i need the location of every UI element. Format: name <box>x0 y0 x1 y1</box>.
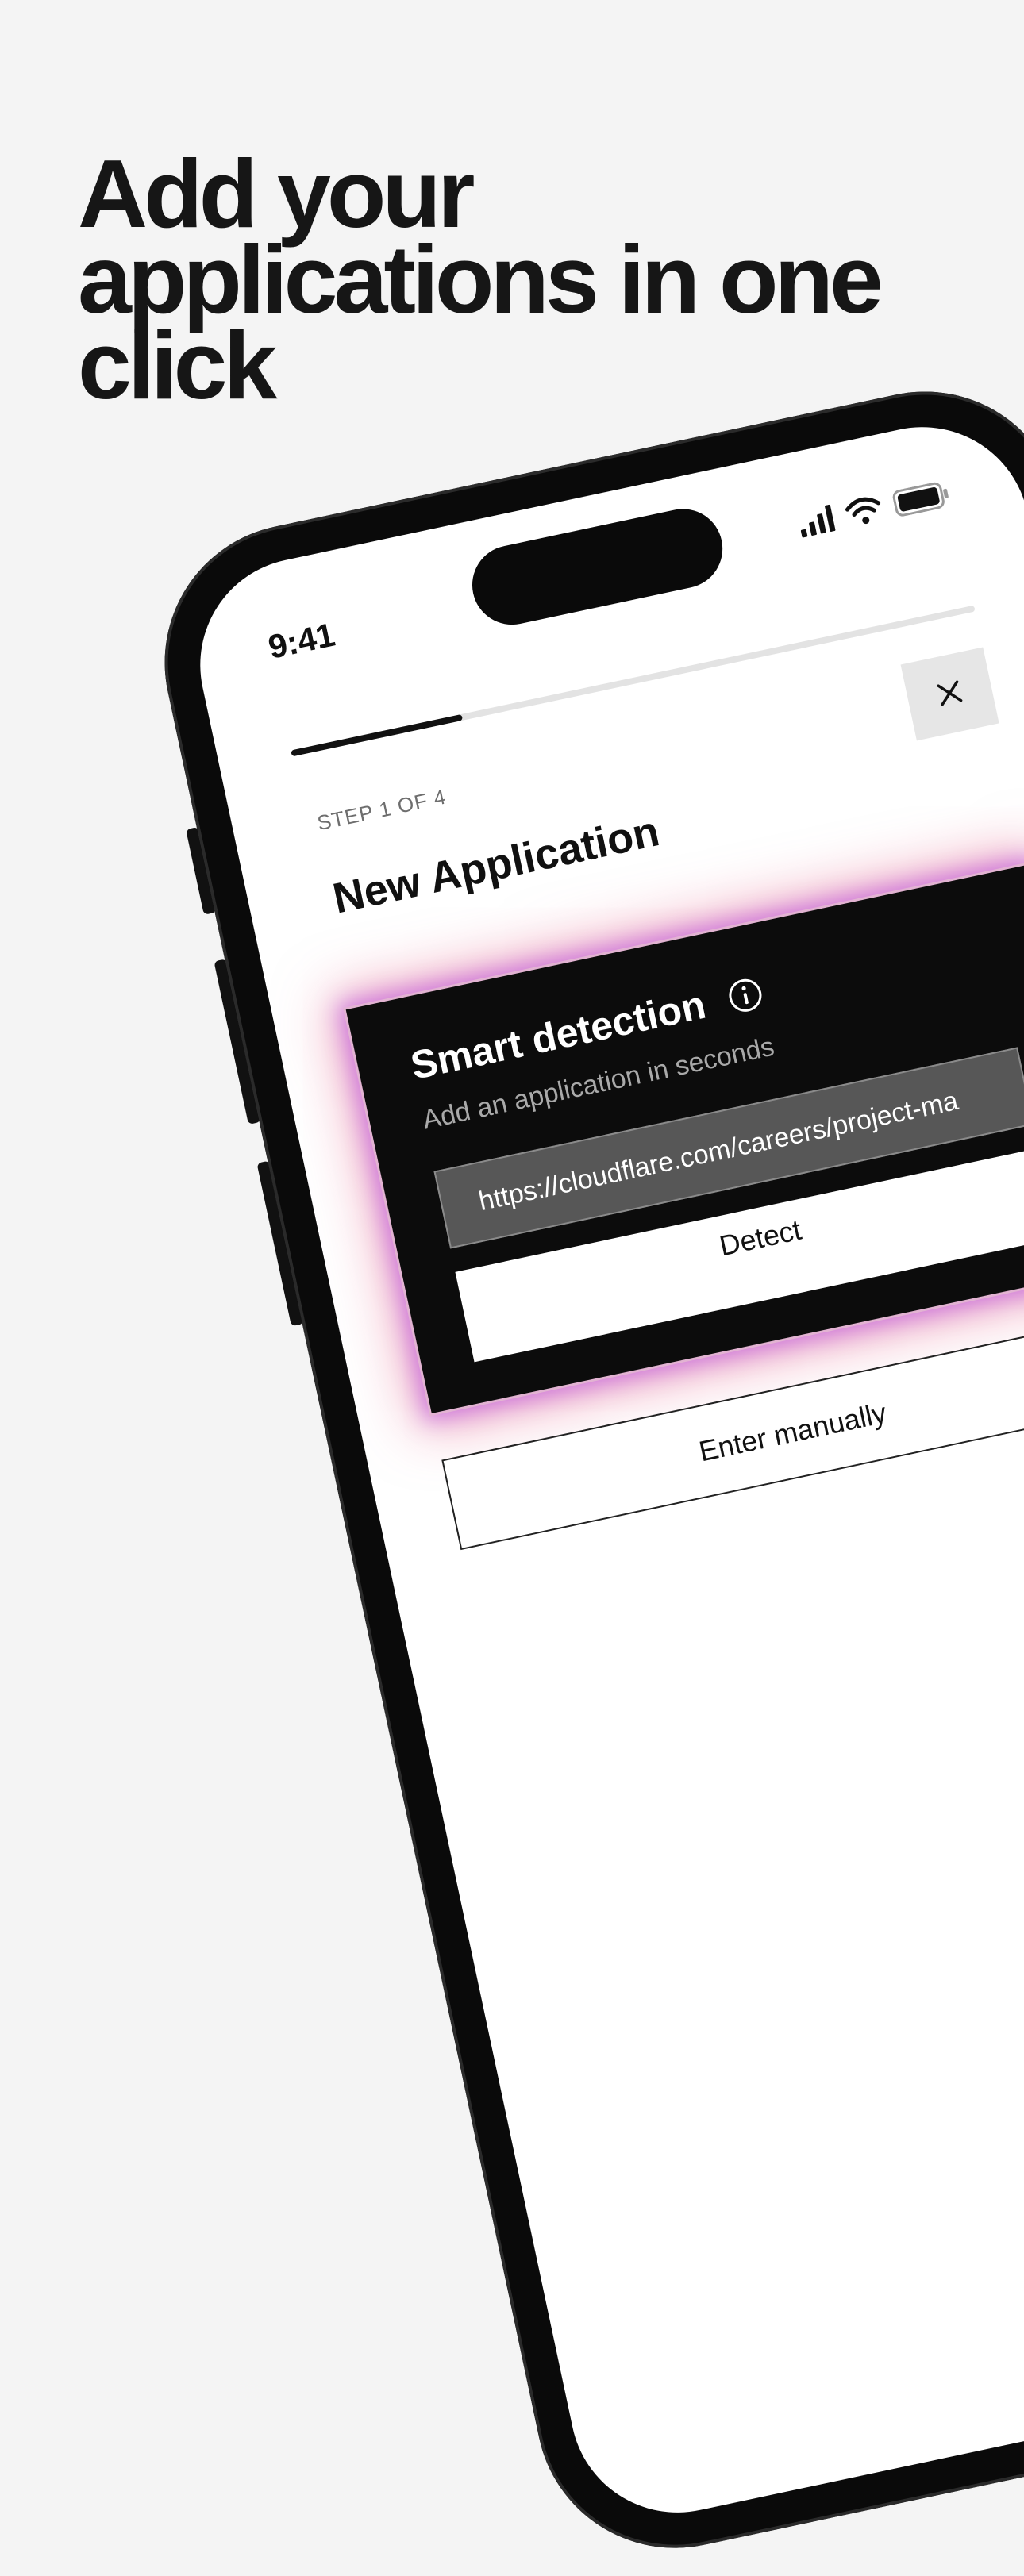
step-label: STEP 1 OF 4 <box>314 784 448 836</box>
wifi-icon <box>843 494 885 532</box>
screen-title: New Application <box>329 807 664 923</box>
dynamic-island <box>464 502 730 632</box>
battery-icon <box>891 480 953 522</box>
status-time: 9:41 <box>264 615 338 666</box>
phone-mockup: 9:41 STEP 1 OF 4 New Application Smart d… <box>139 365 1024 2574</box>
phone-frame: 9:41 STEP 1 OF 4 New Application Smart d… <box>139 365 1024 2574</box>
smart-detection-card: Smart detection Add an application in se… <box>345 864 1024 1413</box>
close-icon <box>934 678 965 710</box>
progress-fill <box>291 713 464 757</box>
phone-screen: 9:41 STEP 1 OF 4 New Application Smart d… <box>180 407 1024 2532</box>
info-icon[interactable] <box>725 975 766 1016</box>
headline: Add your applications in one click <box>78 140 883 419</box>
status-icons <box>797 480 953 542</box>
cellular-signal-icon <box>797 504 837 541</box>
progress-track <box>291 605 976 757</box>
close-button[interactable] <box>900 647 999 741</box>
